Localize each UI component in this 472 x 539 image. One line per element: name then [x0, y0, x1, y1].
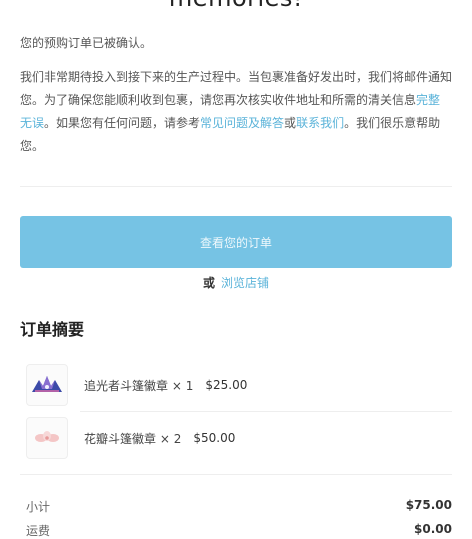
subtotal-value: $75.00 [405, 498, 452, 512]
view-order-button[interactable]: 查看您的订单 [20, 216, 452, 268]
page-heading: memories! [20, 0, 452, 12]
item-quantity: × 1 [171, 378, 194, 393]
shipping-label: 运费 [26, 524, 51, 538]
or-label: 或 [202, 276, 215, 290]
info-text-2: 。如果您有任何问题，请参考 [44, 116, 201, 130]
shipping-row: 运费 $0.00 [26, 522, 452, 539]
order-item: 花瓣斗篷徽章 × 2 $50.00 [20, 416, 452, 460]
info-paragraph: 我们非常期待投入到接下来的生产过程中。当包裹准备好发出时，我们将邮件通知您。为了… [20, 66, 452, 158]
alternate-action-row: 或浏览店铺 [20, 274, 452, 291]
browse-store-link[interactable]: 浏览店铺 [221, 276, 269, 290]
confirmation-message: 您的预购订单已被确认。 [20, 36, 153, 50]
subtotal-label: 小计 [26, 500, 51, 514]
item-divider [20, 474, 452, 475]
item-price: $25.00 [205, 378, 248, 392]
info-text-1: 我们非常期待投入到接下来的生产过程中。当包裹准备好发出时，我们将邮件通知您。为了… [20, 70, 453, 107]
contact-us-link[interactable]: 联系我们 [296, 116, 344, 130]
item-name: 追光者斗篷徽章 × 1 [84, 378, 194, 393]
order-item: 追光者斗篷徽章 × 1 $25.00 [20, 363, 452, 407]
item-price: $50.00 [193, 431, 236, 445]
subtotal-row: 小计 $75.00 [26, 498, 452, 515]
section-divider [20, 186, 452, 187]
info-text-3: 或 [284, 116, 297, 130]
badge-thumbnail-icon [26, 417, 68, 459]
order-summary-title: 订单摘要 [20, 320, 85, 339]
badge-thumbnail-icon [26, 364, 68, 406]
shipping-value: $0.00 [414, 522, 452, 536]
item-divider [80, 411, 452, 412]
faq-link[interactable]: 常见问题及解答 [200, 116, 284, 130]
item-quantity: × 2 [159, 431, 182, 446]
item-name: 花瓣斗篷徽章 × 2 [84, 431, 182, 446]
